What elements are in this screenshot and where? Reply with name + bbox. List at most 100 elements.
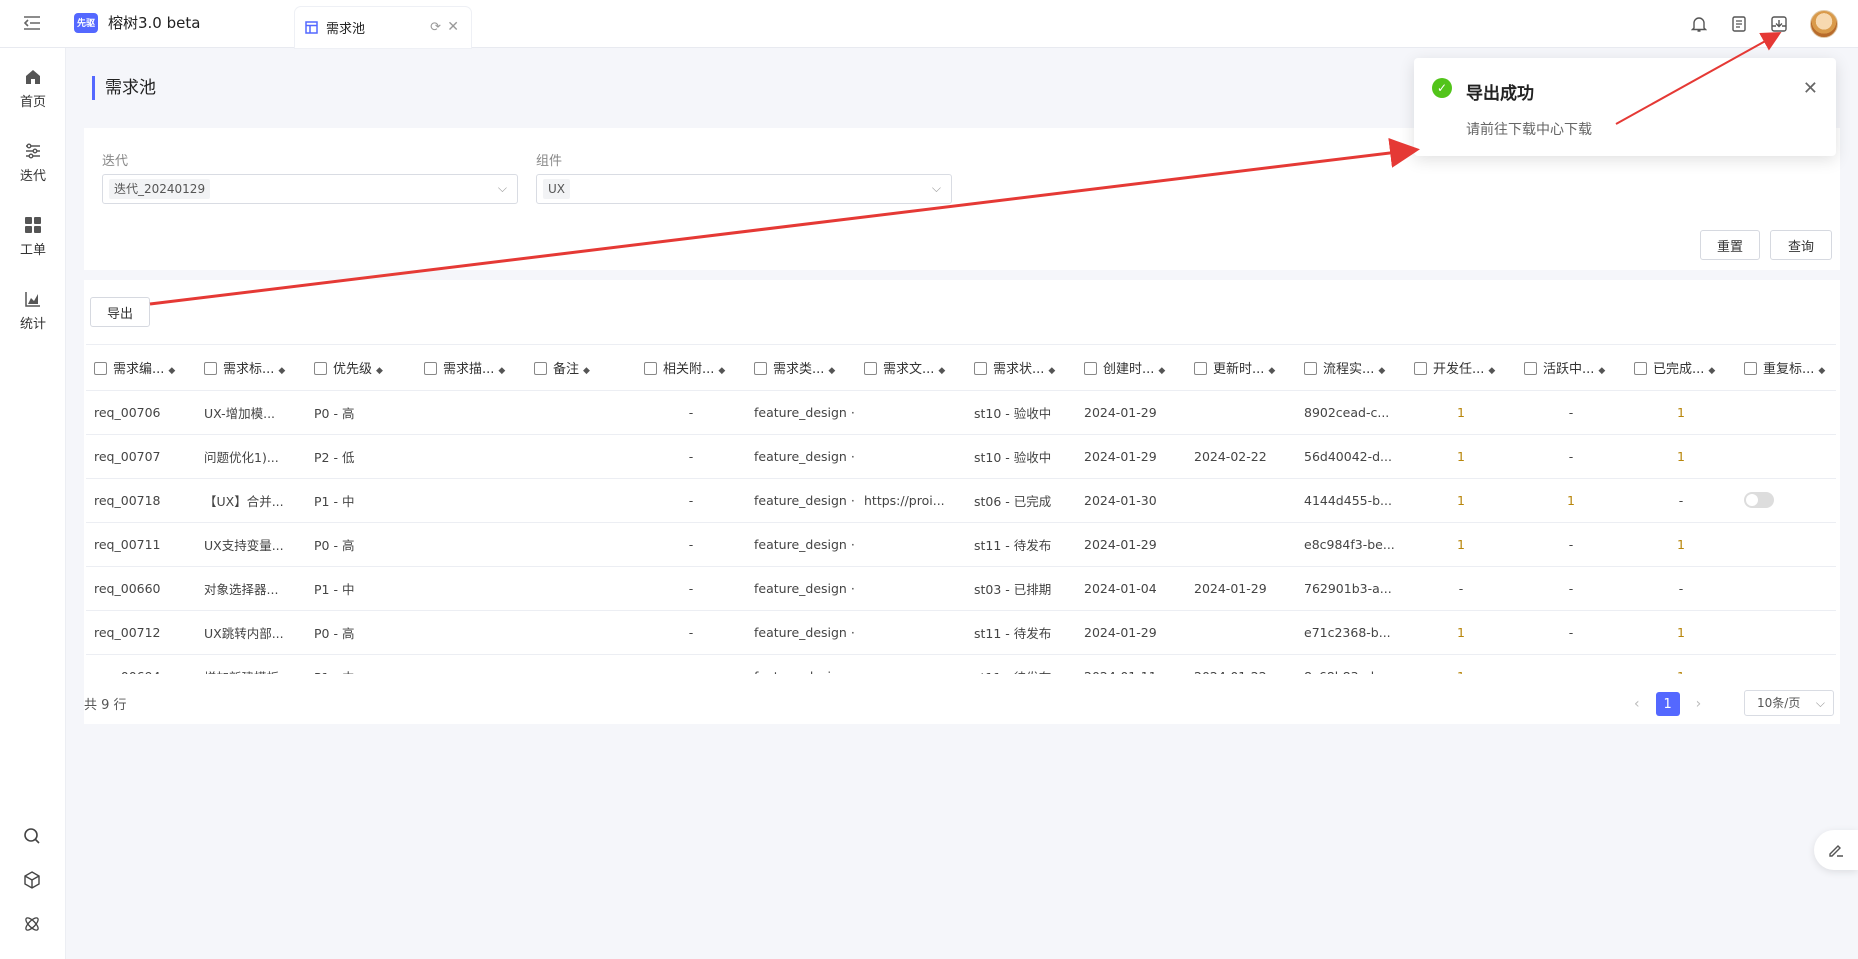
- sort-icon[interactable]: ◆: [1818, 366, 1825, 376]
- table-cell: [416, 390, 526, 435]
- field-type-icon: [534, 361, 547, 375]
- home-icon: [22, 66, 44, 88]
- field-type-icon: [644, 361, 657, 375]
- table-cell: req_00707: [86, 434, 196, 479]
- table-cell: 1: [1626, 434, 1736, 479]
- column-header[interactable]: 备注 ◆: [526, 345, 636, 391]
- search-icon[interactable]: [20, 824, 44, 848]
- iteration-select[interactable]: 迭代_20240129 ⌵: [102, 174, 518, 204]
- sidebar-item-iteration[interactable]: 迭代: [0, 132, 66, 192]
- sort-icon[interactable]: ◆: [278, 366, 285, 376]
- iteration-tag: 迭代_20240129: [109, 179, 211, 199]
- table-row[interactable]: req_00707 问题优化1)... P2 - 低 - feature_design …: [86, 434, 1836, 479]
- download-center-icon[interactable]: [1770, 15, 1788, 33]
- sidebar-item-home[interactable]: 首页: [0, 58, 66, 118]
- table-cell: -: [636, 390, 746, 435]
- column-header[interactable]: 需求状... ◆: [966, 345, 1076, 391]
- column-header[interactable]: 需求编... ◆: [86, 345, 196, 391]
- column-header[interactable]: 需求类... ◆: [746, 345, 856, 391]
- table-row[interactable]: req_00718 【UX】合并... P1 - 中 - feature_design …: [86, 478, 1836, 523]
- sort-icon[interactable]: ◆: [1048, 366, 1055, 376]
- document-icon[interactable]: [1730, 15, 1748, 33]
- app-name: 榕树3.0 beta: [108, 14, 201, 32]
- column-header[interactable]: 需求文... ◆: [856, 345, 966, 391]
- table-cell: 1: [1626, 610, 1736, 655]
- atom-icon[interactable]: [20, 912, 44, 936]
- close-icon[interactable]: ✕: [1803, 78, 1818, 99]
- table-cell: feature_design ·: [746, 522, 856, 567]
- table-cell: 1: [1406, 522, 1516, 567]
- table-cell: [416, 566, 526, 611]
- field-type-icon: [974, 361, 987, 375]
- table-row[interactable]: req_00694增加新建模板P1 - 中-feature_design ·st…: [86, 654, 1836, 674]
- table-row[interactable]: req_00712 UX跳转内部... P0 - 高 - feature_design …: [86, 610, 1836, 655]
- field-type-icon: [1194, 361, 1207, 375]
- sidebar-item-ticket[interactable]: 工单: [0, 206, 66, 266]
- table-cell: UX-增加模...: [196, 390, 306, 435]
- column-header[interactable]: 活跃中... ◆: [1516, 345, 1626, 391]
- chevron-left-icon[interactable]: ‹: [1634, 696, 1640, 712]
- field-type-icon: [314, 361, 327, 375]
- column-header[interactable]: 需求标... ◆: [196, 345, 306, 391]
- refresh-icon[interactable]: ⟳: [430, 20, 441, 35]
- sort-icon[interactable]: ◆: [828, 366, 835, 376]
- chart-icon: [22, 288, 44, 310]
- table-cell: [526, 478, 636, 523]
- page-number-current[interactable]: 1: [1655, 692, 1680, 716]
- collapse-menu-icon[interactable]: [22, 14, 44, 34]
- grid-icon: [22, 214, 44, 236]
- close-icon[interactable]: ✕: [447, 19, 459, 35]
- column-header[interactable]: 已完成... ◆: [1626, 345, 1736, 391]
- bell-icon[interactable]: [1690, 15, 1708, 33]
- table-row[interactable]: req_00706 UX-增加模... P0 - 高 - feature_design …: [86, 390, 1836, 435]
- column-header[interactable]: 创建时... ◆: [1076, 345, 1186, 391]
- column-header[interactable]: 流程实... ◆: [1296, 345, 1406, 391]
- column-header[interactable]: 开发任... ◆: [1406, 345, 1516, 391]
- field-type-icon: [204, 361, 217, 375]
- column-header[interactable]: 相关附... ◆: [636, 345, 746, 391]
- table-cell: 2024-01-04: [1076, 566, 1186, 611]
- user-avatar[interactable]: [1810, 10, 1838, 38]
- sort-icon[interactable]: ◆: [376, 366, 383, 376]
- sort-icon[interactable]: ◆: [168, 366, 175, 376]
- component-select[interactable]: UX ⌵: [536, 174, 952, 204]
- sort-icon[interactable]: ◆: [498, 366, 505, 376]
- sort-icon[interactable]: ◆: [938, 366, 945, 376]
- table-row[interactable]: req_00660 对象选择器... P1 - 中 - feature_design ·…: [86, 566, 1836, 611]
- page-size-select[interactable]: 10条/页 ⌵: [1744, 690, 1834, 716]
- table-row[interactable]: req_00711 UX支持变量... P0 - 高 - feature_design …: [86, 522, 1836, 567]
- sidebar-item-stats[interactable]: 统计: [0, 280, 66, 340]
- sort-icon[interactable]: ◆: [1158, 366, 1165, 376]
- table-cell: [1186, 478, 1296, 523]
- column-header[interactable]: 需求描... ◆: [416, 345, 526, 391]
- sort-icon[interactable]: ◆: [1268, 366, 1275, 376]
- sort-icon[interactable]: ◆: [1708, 366, 1715, 376]
- table-scroll-area[interactable]: 需求编... ◆ 需求标... ◆ 优先级 ◆ 需求描... ◆ 备注 ◆ 相关附... ◆ 需求类..…: [86, 344, 1836, 674]
- query-button[interactable]: 查询: [1770, 230, 1832, 260]
- sort-icon[interactable]: ◆: [1378, 366, 1385, 376]
- reset-button[interactable]: 重置: [1700, 230, 1760, 260]
- column-header[interactable]: 重复标... ◆: [1736, 345, 1836, 391]
- sort-icon[interactable]: ◆: [1598, 366, 1605, 376]
- cube-icon[interactable]: [20, 868, 44, 892]
- tab-requirement-pool[interactable]: 需求池 ⟳ ✕: [295, 7, 471, 48]
- table-cell: feature_design ·: [746, 390, 856, 435]
- column-header[interactable]: 更新时... ◆: [1186, 345, 1296, 391]
- table-cell: 1: [1626, 654, 1736, 674]
- chevron-right-icon[interactable]: ›: [1696, 696, 1702, 712]
- edit-float-button[interactable]: [1814, 830, 1858, 870]
- table-cell: [526, 566, 636, 611]
- duplicate-toggle[interactable]: [1744, 492, 1774, 509]
- table-cell: P0 - 高: [306, 522, 416, 567]
- export-button[interactable]: 导出: [90, 297, 150, 327]
- column-header-label: 活跃中...: [1543, 361, 1595, 377]
- brand[interactable]: 先驱 榕树3.0 beta: [74, 12, 200, 33]
- column-header-label: 需求编...: [113, 361, 165, 377]
- column-header[interactable]: 优先级 ◆: [306, 345, 416, 391]
- table-cell: [416, 522, 526, 567]
- sort-icon[interactable]: ◆: [583, 366, 590, 376]
- sort-icon[interactable]: ◆: [718, 366, 725, 376]
- table-cell: 8902cead-c...: [1296, 390, 1406, 435]
- sort-icon[interactable]: ◆: [1488, 366, 1495, 376]
- table-cell: UX支持变量...: [196, 522, 306, 567]
